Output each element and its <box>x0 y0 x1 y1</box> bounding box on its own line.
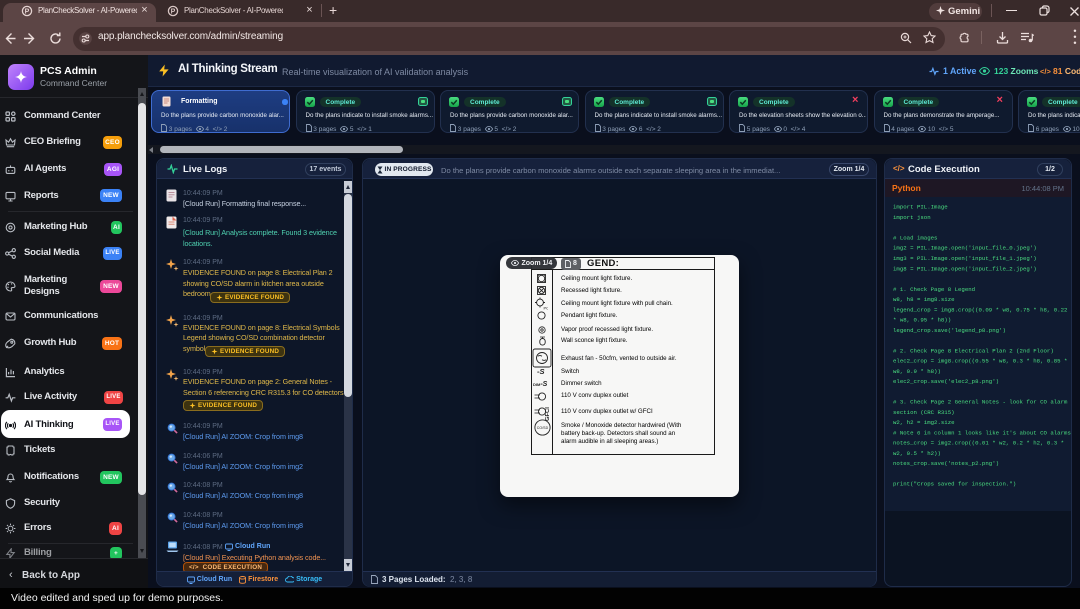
svg-text:P: P <box>171 9 176 16</box>
svg-text:PC: PC <box>544 306 549 311</box>
svg-text:P: P <box>25 9 30 16</box>
svg-text:CO/SD: CO/SD <box>536 426 548 430</box>
